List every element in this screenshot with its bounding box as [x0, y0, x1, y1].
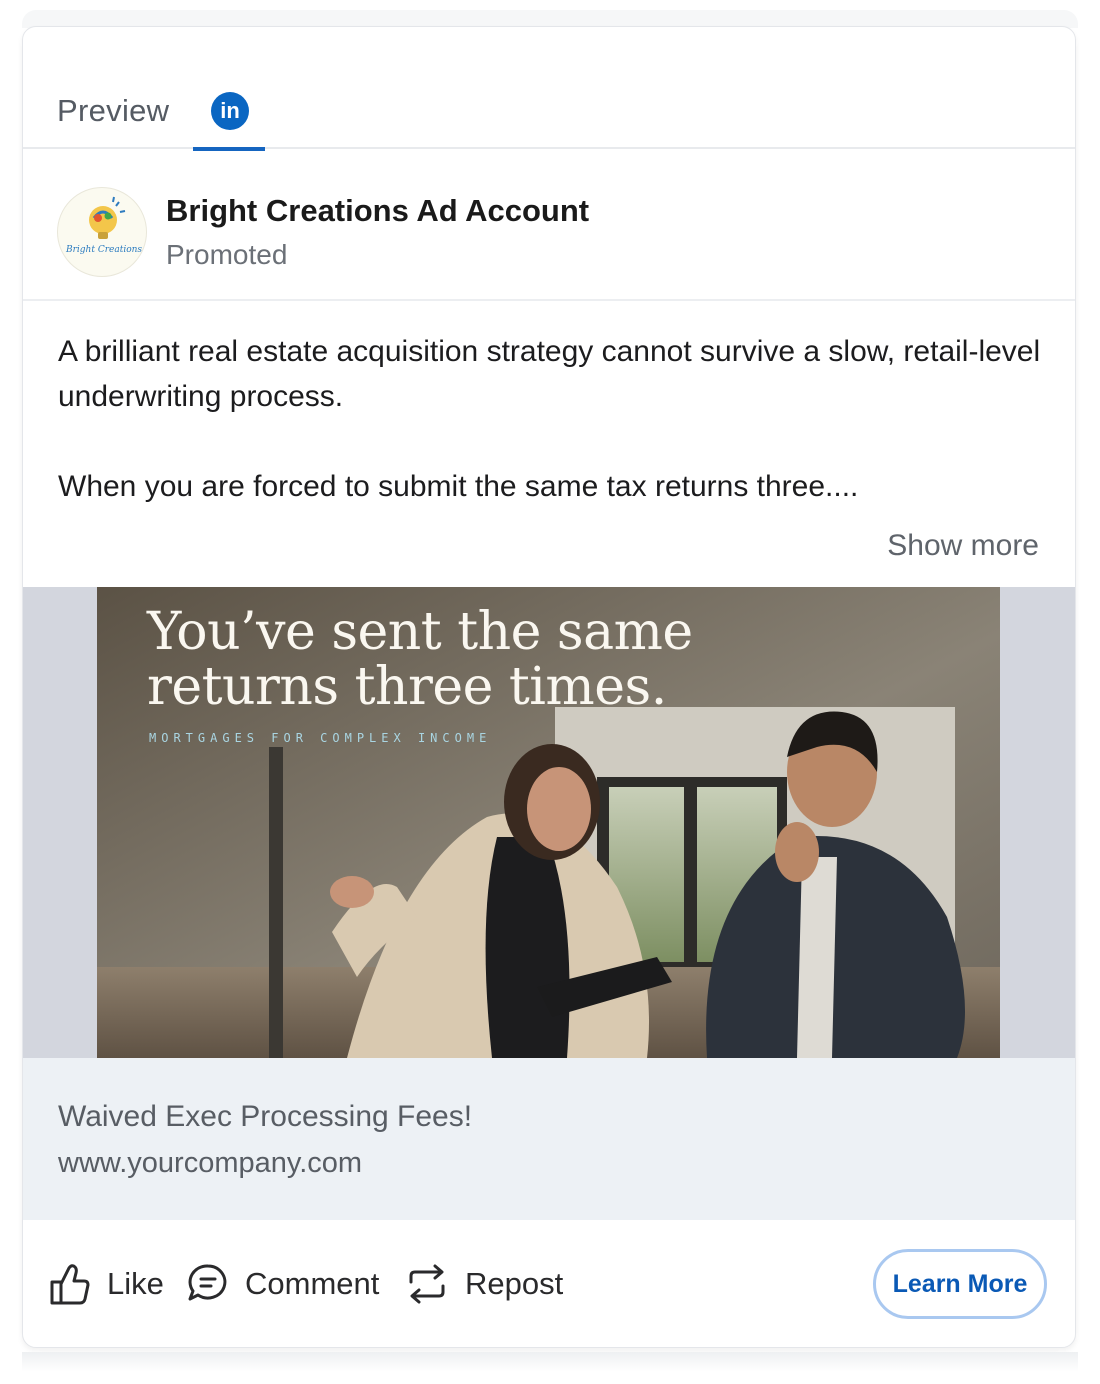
comment-button[interactable]: Comment [187, 1262, 379, 1306]
preview-tabs: Preview in [23, 27, 1075, 151]
avatar[interactable]: Bright Creations [57, 187, 147, 277]
post-body-paragraph: When you are forced to submit the same t… [58, 470, 859, 503]
link-headline[interactable]: Waived Exec Processing Fees! [58, 1100, 472, 1134]
like-button[interactable]: Like [49, 1262, 164, 1306]
comment-label: Comment [245, 1266, 380, 1301]
promoted-label: Promoted [166, 239, 288, 270]
account-name[interactable]: Bright Creations Ad Account [166, 193, 589, 229]
repost-label: Repost [465, 1266, 564, 1301]
social-actions-bar: Like Comment Repost Learn More [23, 1220, 1075, 1347]
avatar-logo-text: Bright Creations [66, 245, 143, 255]
repost-button[interactable]: Repost [405, 1262, 563, 1306]
post-body-paragraph: A brilliant real estate acquisition stra… [58, 335, 1041, 413]
thumbs-up-icon [50, 1264, 90, 1305]
ad-creative-image[interactable]: You’ve sent the same returns three times… [97, 587, 1000, 1058]
like-label: Like [107, 1266, 164, 1301]
ad-image-area[interactable]: You’ve sent the same returns three times… [23, 587, 1075, 1058]
post-body: A brilliant real estate acquisition stra… [58, 329, 1048, 509]
tab-preview-label: Preview [57, 93, 170, 128]
linkedin-ad-preview-card: Preview in Bright Creations Bright Creat… [22, 26, 1076, 1348]
ad-headline: You’ve sent the same returns three times… [147, 602, 693, 717]
post-header: Bright Creations Bright Creations Ad Acc… [23, 149, 1075, 301]
tab-linkedin[interactable]: in [193, 83, 267, 151]
link-preview-bar[interactable]: Waived Exec Processing Fees! www.yourcom… [23, 1058, 1075, 1220]
card-bottom-shadow [22, 1352, 1078, 1372]
ad-tagline: MORTGAGES FOR COMPLEX INCOME [149, 731, 492, 745]
show-more-link[interactable]: Show more [887, 529, 1039, 563]
repost-icon [409, 1264, 445, 1304]
comment-icon [188, 1264, 227, 1301]
lightbulb-logo-icon [89, 196, 126, 239]
linkedin-icon: in [211, 92, 249, 130]
learn-more-button[interactable]: Learn More [873, 1249, 1047, 1319]
link-url[interactable]: www.yourcompany.com [58, 1147, 362, 1180]
